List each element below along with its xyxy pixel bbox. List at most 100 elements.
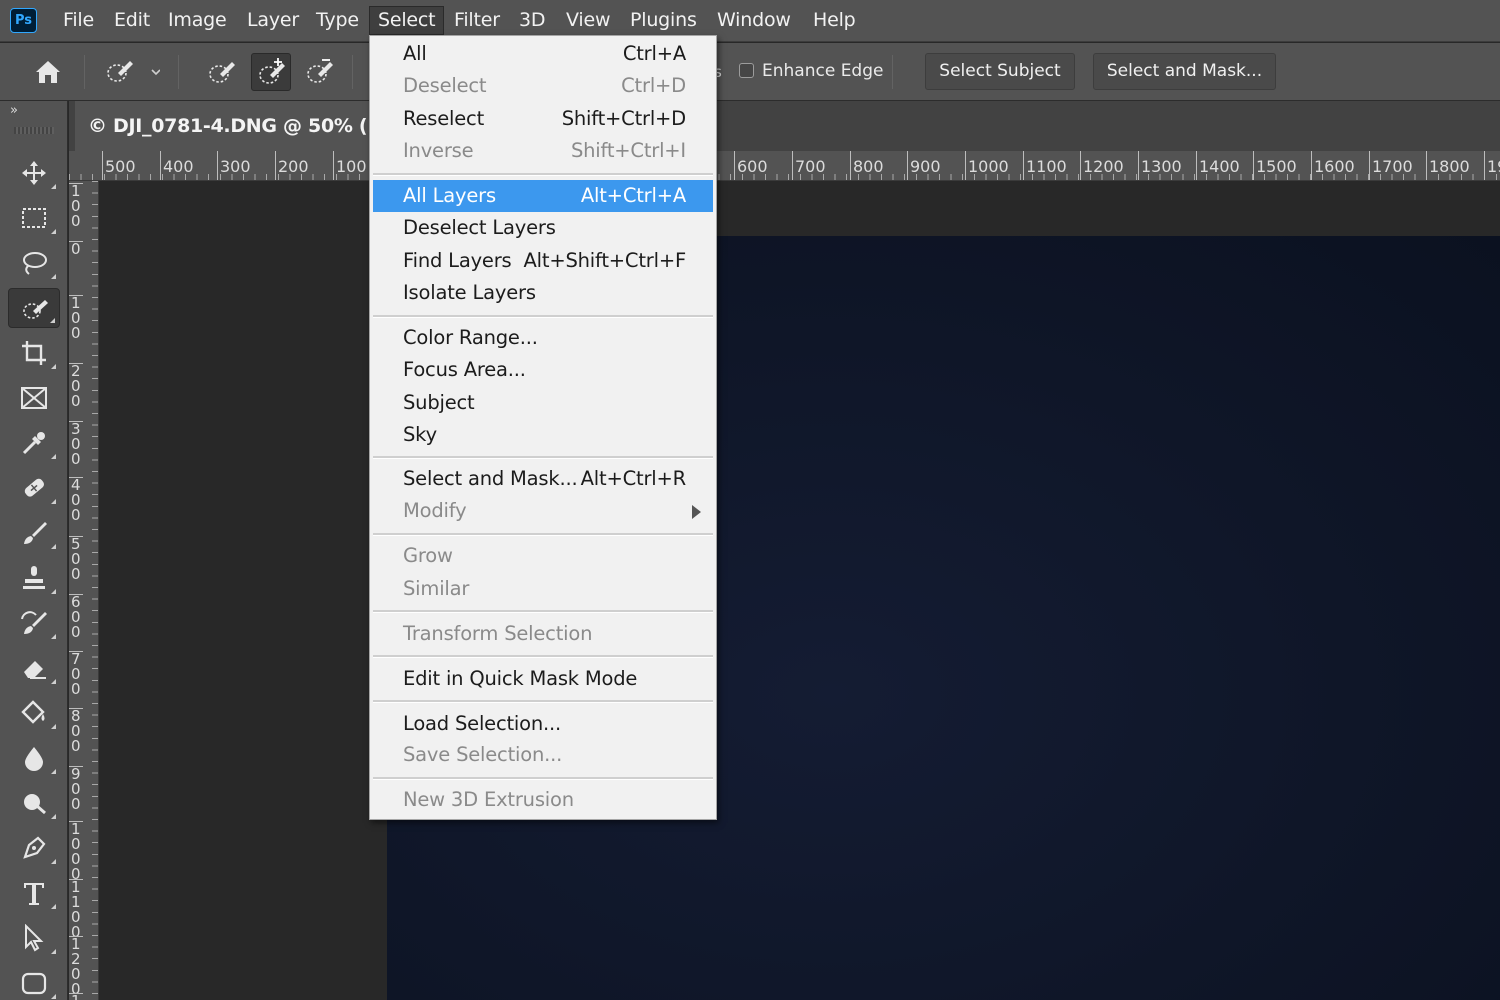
menu-item-deselect-layers[interactable]: Deselect Layers <box>373 212 713 244</box>
menu-filter[interactable]: Filter <box>452 6 502 35</box>
menu-item-shortcut: Ctrl+D <box>621 74 686 97</box>
ruler-label: 19 <box>1484 151 1500 180</box>
history-brush-tool-icon[interactable] <box>8 603 60 643</box>
eraser-tool-icon[interactable] <box>8 648 60 688</box>
menu-window[interactable]: Window <box>715 6 793 35</box>
menu-item-isolate-layers[interactable]: Isolate Layers <box>373 277 713 309</box>
menu-select[interactable]: Select <box>369 6 445 35</box>
path-selection-tool-icon[interactable] <box>8 918 60 958</box>
menu-item-all-layers[interactable]: All Layers Alt+Ctrl+A <box>373 180 713 212</box>
ruler-label: 900 <box>907 151 941 180</box>
menu-item-save-selection[interactable]: Save Selection... <box>373 739 713 771</box>
ruler-label: 800 <box>850 151 884 180</box>
menu-type[interactable]: Type <box>314 6 361 35</box>
menu-item-shortcut: Shift+Ctrl+D <box>561 107 687 130</box>
menu-item-label: Modify <box>403 499 467 522</box>
menu-item-subject[interactable]: Subject <box>373 387 713 419</box>
clone-stamp-tool-icon[interactable] <box>8 558 60 598</box>
subtract-from-selection-icon[interactable] <box>300 53 340 91</box>
document-tab[interactable]: © DJI_0781-4.DNG @ 50% (DJI_ <box>75 101 375 151</box>
canvas-area[interactable] <box>100 182 1500 1000</box>
menu-item-label: Deselect <box>403 74 487 97</box>
select-menu-dropdown: All Ctrl+A Deselect Ctrl+D Reselect Shift+C… <box>369 35 717 820</box>
eyedropper-tool-icon[interactable] <box>8 423 60 463</box>
add-to-selection-icon[interactable] <box>251 53 291 91</box>
menu-layer[interactable]: Layer <box>245 6 301 35</box>
menu-item-modify[interactable]: Modify <box>373 495 713 527</box>
ruler-label: 100 <box>69 183 83 229</box>
menu-bar: Ps File Edit Image Layer Type Select Fil… <box>0 0 1500 42</box>
menu-item-shortcut: Shift+Ctrl+I <box>570 139 686 162</box>
menu-view[interactable]: View <box>564 6 612 35</box>
menu-item-edit-quick-mask[interactable]: Edit in Quick Mask Mode <box>373 663 713 695</box>
menu-item-all[interactable]: All Ctrl+A <box>373 38 713 70</box>
menu-item-label: All Layers <box>403 184 496 207</box>
menu-3d[interactable]: 3D <box>517 6 547 35</box>
lasso-tool-icon[interactable] <box>8 243 60 283</box>
photoshop-logo-icon[interactable]: Ps <box>10 8 37 33</box>
menu-item-label: Focus Area... <box>403 358 526 381</box>
menu-file[interactable]: File <box>61 6 96 35</box>
ruler-label: 700 <box>792 151 826 180</box>
healing-brush-tool-icon[interactable] <box>8 468 60 508</box>
menu-item-shortcut: Ctrl+A <box>622 42 686 65</box>
menu-item-inverse[interactable]: Inverse Shift+Ctrl+I <box>373 135 713 167</box>
pen-tool-icon[interactable] <box>8 828 60 868</box>
type-tool-icon[interactable] <box>8 873 60 913</box>
menu-item-find-layers[interactable]: Find Layers Alt+Shift+Ctrl+F <box>373 245 713 277</box>
ruler-label: 1 <box>69 993 83 1000</box>
ruler-label: 1100 <box>1023 151 1067 180</box>
panel-grip[interactable] <box>14 127 54 134</box>
menu-item-label: Deselect Layers <box>403 216 556 239</box>
menu-item-load-selection[interactable]: Load Selection... <box>373 708 713 740</box>
menu-item-transform-selection[interactable]: Transform Selection <box>373 618 713 650</box>
new-selection-icon[interactable] <box>202 53 242 91</box>
vertical-ruler[interactable]: 100 0 100 200 300 400 500 600 700 800 90… <box>69 181 99 1000</box>
ruler-label: 400 <box>160 151 194 180</box>
checkbox-icon[interactable] <box>739 63 754 78</box>
select-and-mask-button[interactable]: Select and Mask... <box>1093 53 1276 90</box>
ruler-label: 500 <box>102 151 136 180</box>
move-tool-icon[interactable] <box>8 153 60 193</box>
quick-selection-tool-icon[interactable] <box>8 288 60 328</box>
ruler-label: 1400 <box>1196 151 1240 180</box>
frame-tool-icon[interactable] <box>8 378 60 418</box>
menu-item-label: All <box>403 42 427 65</box>
crop-tool-icon[interactable] <box>8 333 60 373</box>
ruler-label: 1200 <box>1080 151 1124 180</box>
dodge-tool-icon[interactable] <box>8 783 60 823</box>
menu-item-reselect[interactable]: Reselect Shift+Ctrl+D <box>373 103 713 135</box>
ruler-label: 100 <box>333 151 367 180</box>
menu-plugins[interactable]: Plugins <box>628 6 699 35</box>
menu-separator <box>373 456 713 459</box>
ruler-label: 1200 <box>69 936 83 997</box>
paint-bucket-tool-icon[interactable] <box>8 693 60 733</box>
menu-item-deselect[interactable]: Deselect Ctrl+D <box>373 70 713 102</box>
ruler-label: 700 <box>69 651 83 697</box>
select-subject-button[interactable]: Select Subject <box>925 53 1075 90</box>
menu-item-label: Sky <box>403 423 437 446</box>
menu-separator <box>373 700 713 703</box>
collapse-panel-icon[interactable]: » <box>10 103 18 118</box>
menu-item-grow[interactable]: Grow <box>373 540 713 572</box>
menu-edit[interactable]: Edit <box>112 6 152 35</box>
marquee-tool-icon[interactable] <box>8 198 60 238</box>
menu-item-label: Color Range... <box>403 326 538 349</box>
ruler-label: 1000 <box>965 151 1009 180</box>
home-icon[interactable] <box>28 53 68 91</box>
tool-preset-picker-icon[interactable] <box>100 53 164 91</box>
menu-image[interactable]: Image <box>166 6 229 35</box>
menu-item-similar[interactable]: Similar <box>373 573 713 605</box>
menu-item-color-range[interactable]: Color Range... <box>373 322 713 354</box>
menu-item-focus-area[interactable]: Focus Area... <box>373 354 713 386</box>
horizontal-ruler[interactable]: 500 400 300 200 100 600 700 800 900 1000… <box>69 151 1500 181</box>
brush-tool-icon[interactable] <box>8 513 60 553</box>
menu-item-new-3d-extrusion[interactable]: New 3D Extrusion <box>373 784 713 816</box>
enhance-edge-checkbox[interactable]: Enhance Edge <box>739 60 883 84</box>
menu-help[interactable]: Help <box>811 6 858 35</box>
rectangle-tool-icon[interactable] <box>8 963 60 1000</box>
blur-tool-icon[interactable] <box>8 738 60 778</box>
menu-item-label: Save Selection... <box>403 743 563 766</box>
menu-item-select-and-mask[interactable]: Select and Mask... Alt+Ctrl+R <box>373 463 713 495</box>
menu-item-sky[interactable]: Sky <box>373 419 713 451</box>
